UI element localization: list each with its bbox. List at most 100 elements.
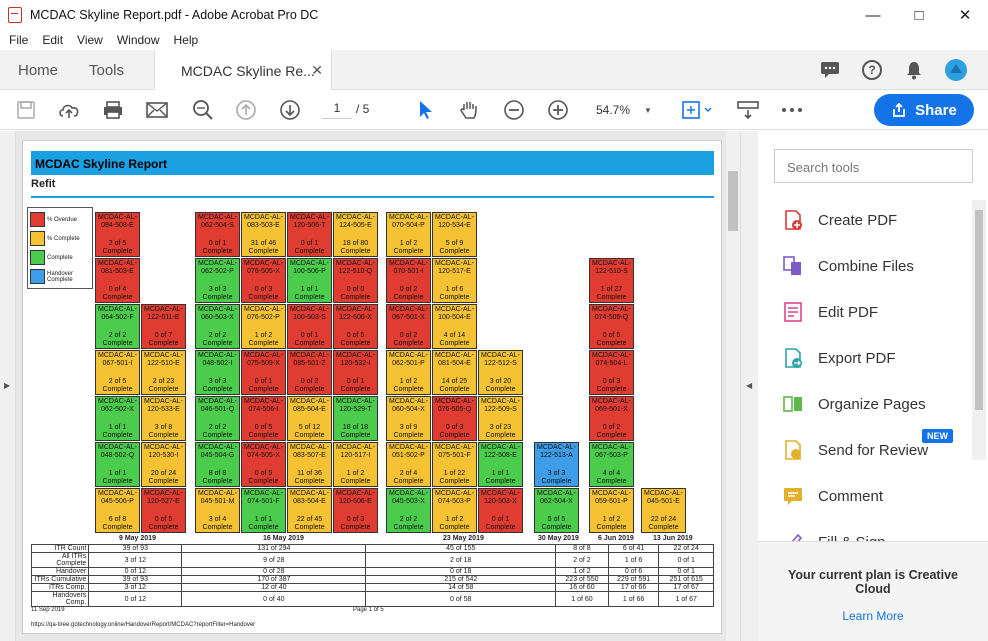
cell-id: MCDAC-AL-064-502-F: [98, 306, 137, 321]
cell-status: 11 of 36 Complete: [294, 470, 325, 485]
tool-label: Create PDF: [818, 211, 898, 229]
skyline-cell: MCDAC-AL-074-504-L 0 of 3 Complete: [589, 350, 634, 395]
skyline-cell: MCDAC-AL-084-508-E 2 of 5 Complete: [95, 212, 140, 257]
cell-status: 0 of 1 Complete: [485, 516, 516, 531]
organize-pages-icon: [783, 396, 802, 412]
cell-id: MCDAC-AL-120-534-E: [435, 214, 474, 229]
table-cell: 1 of 2: [555, 567, 609, 576]
tools-panel: Search tools Create PDF Combine Files Ed…: [758, 131, 988, 641]
search-tools-input[interactable]: Search tools: [774, 149, 973, 183]
table-cell: 0 of 6: [607, 567, 660, 576]
learn-more-link[interactable]: Learn More: [758, 609, 988, 623]
select-cursor-icon[interactable]: [412, 96, 440, 124]
cell-id: MCDAC-AL-122-510-E: [144, 352, 183, 367]
tab-tools[interactable]: Tools: [89, 50, 124, 90]
title-bar: MCDAC Skyline Report.pdf - Adobe Acrobat…: [0, 0, 988, 30]
cell-id: MCDAC-AL-076-505-Q: [435, 398, 474, 413]
cell-id: MCDAC-AL-048-502-I: [198, 352, 237, 367]
chat-icon[interactable]: [816, 56, 844, 84]
cell-id: MCDAC-AL-122-511-E: [144, 306, 183, 321]
email-icon[interactable]: [143, 96, 171, 124]
tab-home[interactable]: Home: [18, 50, 58, 90]
minimize-icon[interactable]: —: [850, 0, 896, 30]
right-panel-toggle[interactable]: ◀: [740, 131, 758, 641]
next-page-icon[interactable]: [276, 96, 304, 124]
cell-id: MCDAC-AL-083-504-E: [290, 490, 329, 505]
panel-scrollbar[interactable]: [972, 200, 986, 460]
skyline-cell: MCDAC-AL-070-504-P 1 of 2 Complete: [386, 212, 431, 257]
tool-comment[interactable]: Comment: [782, 481, 972, 511]
print-icon[interactable]: [99, 96, 127, 124]
expand-left-icon[interactable]: ▶: [4, 381, 10, 390]
collapse-right-icon[interactable]: ◀: [746, 381, 752, 390]
cell-id: MCDAC-AL-120-527-E: [144, 490, 183, 505]
table-cell: 1 of 60: [555, 591, 609, 607]
legend-swatch: [30, 250, 45, 265]
upload-cloud-icon[interactable]: [55, 96, 83, 124]
tool-organize-pages[interactable]: Organize Pages: [782, 389, 972, 419]
cell-status: 2 of 5 Complete: [102, 240, 133, 255]
hand-tool-icon[interactable]: [455, 96, 483, 124]
tab-close-icon[interactable]: ✕: [311, 62, 323, 79]
tool-create-pdf[interactable]: Create PDF: [782, 205, 972, 235]
cell-id: MCDAC-AL-120-503-X: [481, 490, 520, 505]
table-cell: 12 of 40: [181, 583, 367, 592]
table-row: Handovers Comp. 0 of 12 0 of 40 0 of 58 1 of…: [30, 591, 714, 607]
cell-id: MCDAC-AL-045-501-E: [644, 490, 683, 505]
cell-id: MCDAC-AL-062-501-P: [389, 352, 428, 367]
save-icon[interactable]: [12, 96, 40, 124]
tool-edit-pdf[interactable]: Edit PDF: [782, 297, 972, 327]
skyline-cell: MCDAC-AL-062-504-S 0 of 1 Complete: [195, 212, 240, 257]
cell-status: 0 of 3 Complete: [340, 516, 371, 531]
cell-status: 0 of 5 Complete: [596, 332, 627, 347]
page-display-icon[interactable]: [734, 96, 762, 124]
cell-id: MCDAC-AL-062-504-S: [198, 214, 237, 229]
notification-bell-icon[interactable]: [900, 56, 928, 84]
scrollbar-thumb[interactable]: [728, 171, 738, 231]
cell-id: MCDAC-AL-051-502-P: [389, 444, 428, 459]
page-number-input[interactable]: 1: [322, 101, 352, 119]
avatar[interactable]: [942, 56, 970, 84]
row-label: Handovers Comp.: [30, 591, 90, 607]
panel-scrollbar-thumb[interactable]: [975, 210, 983, 410]
cell-id: MCDAC-AL-085-501-Z: [290, 352, 329, 367]
cell-status: 1 of 2 Complete: [439, 516, 470, 531]
menu-edit[interactable]: Edit: [42, 33, 63, 47]
search-zoom-icon[interactable]: [189, 96, 217, 124]
skyline-cell: MCDAC-AL-076-505-X 0 of 3 Complete: [241, 258, 286, 303]
date-header: 6 Jun 2019: [598, 535, 634, 542]
cell-status: 2 of 2 Complete: [202, 424, 233, 439]
menu-view[interactable]: View: [77, 33, 103, 47]
zoom-in-icon[interactable]: [544, 96, 572, 124]
cell-status: 0 of 3 Complete: [248, 286, 279, 301]
previous-page-icon[interactable]: [232, 96, 260, 124]
zoom-out-icon[interactable]: [500, 96, 528, 124]
cell-id: MCDAC-AL-100-504-E: [435, 306, 474, 321]
share-button[interactable]: Share: [874, 94, 974, 126]
skyline-cell: MCDAC-AL-122-511-E 0 of 7 Complete: [141, 304, 186, 349]
tool-label: Organize Pages: [818, 395, 926, 413]
help-icon[interactable]: ?: [858, 56, 886, 84]
more-options-icon[interactable]: [778, 96, 806, 124]
zoom-select[interactable]: 54.7% ▼: [588, 100, 658, 120]
menu-window[interactable]: Window: [117, 33, 160, 47]
cell-status: 0 of 5 Complete: [248, 470, 279, 485]
table-row: ITRs Cumulative 39 of 93 170 of 387 215 of …: [30, 575, 714, 584]
tab-document[interactable]: MCDAC Skyline Re... ✕: [154, 50, 332, 91]
fit-page-icon[interactable]: [680, 96, 716, 124]
maximize-icon[interactable]: □: [896, 0, 942, 30]
left-panel-toggle[interactable]: ▶: [0, 131, 16, 641]
menu-help[interactable]: Help: [174, 33, 199, 47]
cell-id: MCDAC-AL-122-510-S: [592, 260, 631, 275]
table-cell: 0 of 1: [658, 567, 714, 576]
tool-combine-files[interactable]: Combine Files: [782, 251, 972, 281]
skyline-cell: MCDAC-AL-060-504-X 3 of 9 Complete: [386, 396, 431, 441]
document-scrollbar[interactable]: [726, 131, 740, 641]
svg-text:?: ?: [868, 63, 875, 77]
close-icon[interactable]: ✕: [942, 0, 988, 30]
footer-date: 11 Sep 2019: [31, 607, 65, 613]
comment-icon: [784, 488, 802, 505]
menu-file[interactable]: File: [9, 33, 28, 47]
tool-export-pdf[interactable]: Export PDF: [782, 343, 972, 373]
skyline-cell: MCDAC-AL-120-527-E 0 of 5 Complete: [141, 488, 186, 533]
